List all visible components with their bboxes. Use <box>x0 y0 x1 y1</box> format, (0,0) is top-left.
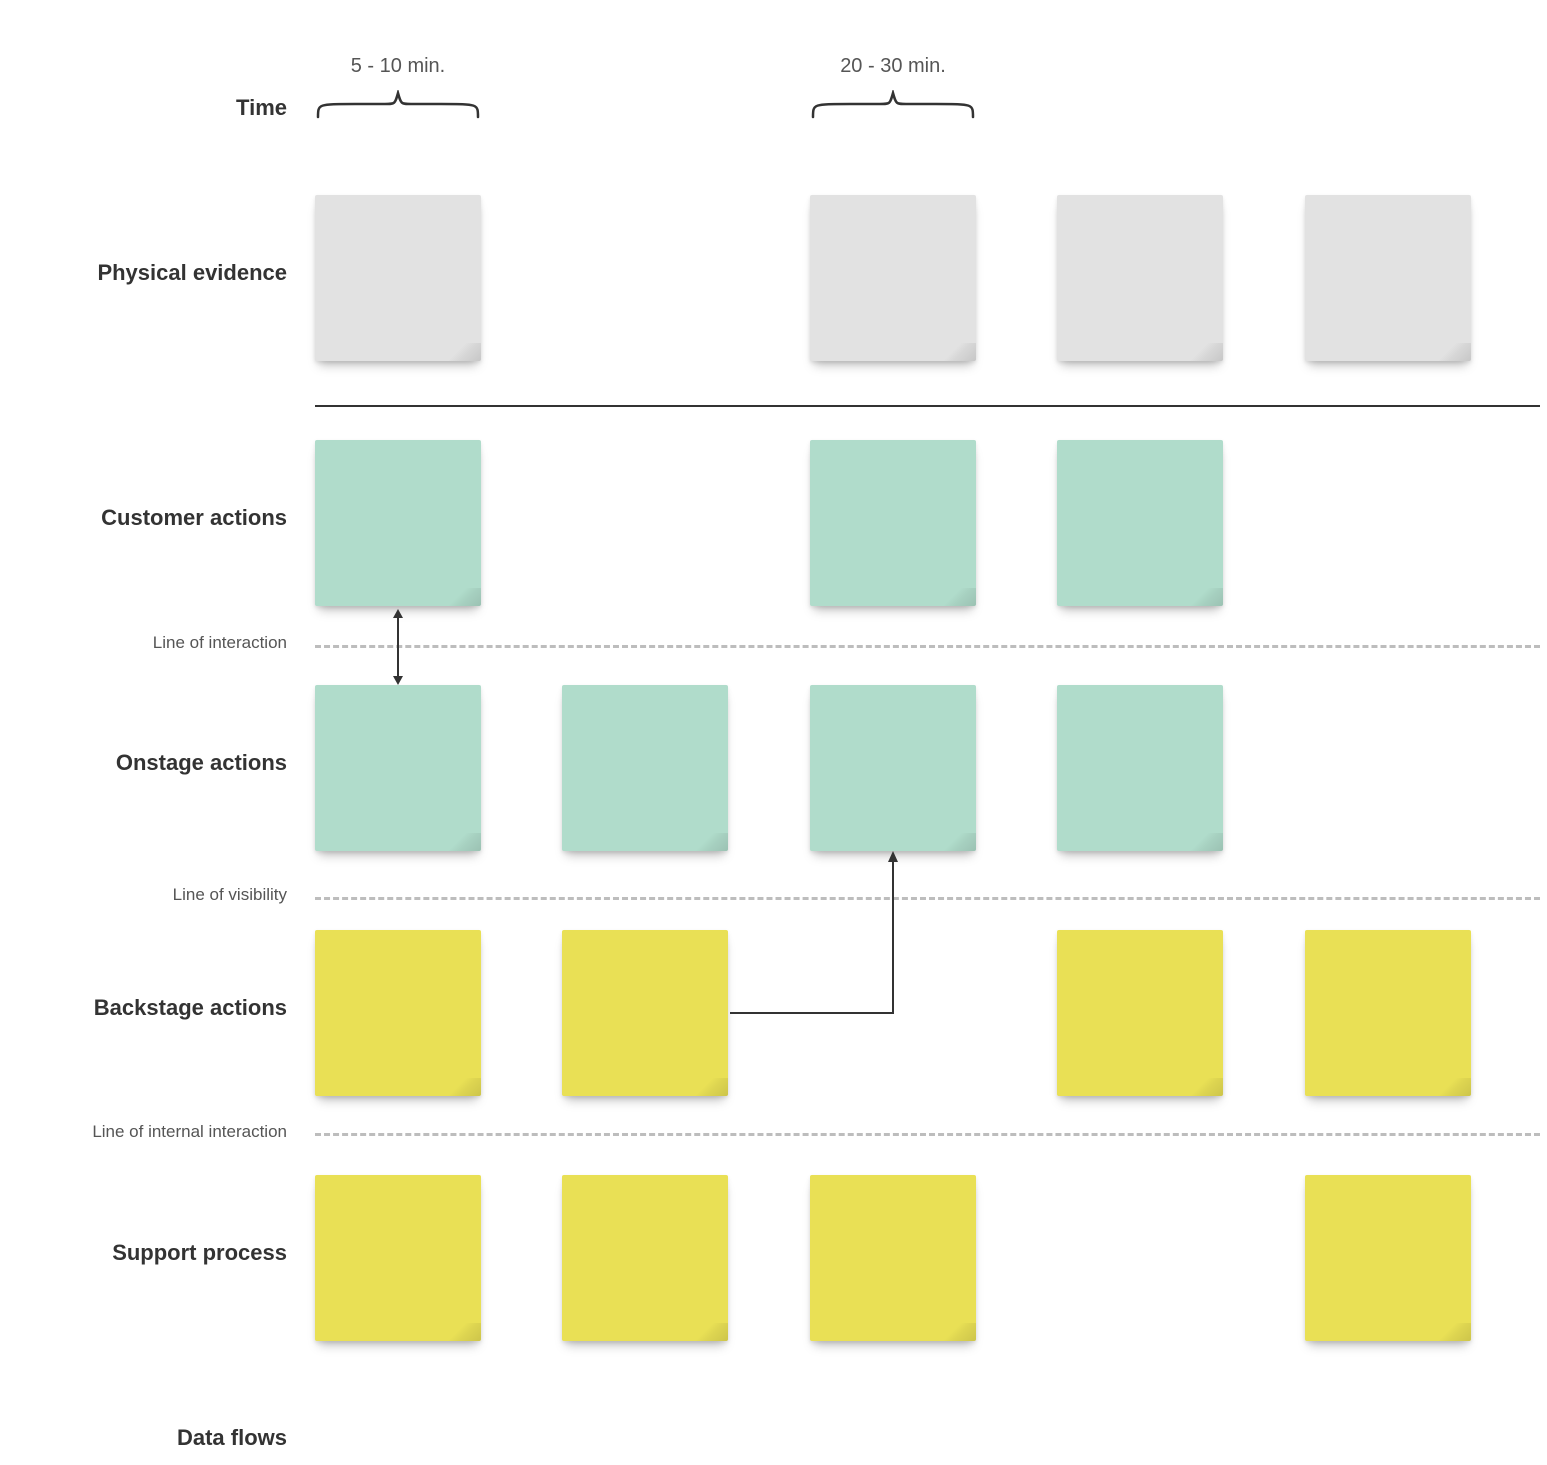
row-label-line-visibility: Line of visibility <box>173 885 287 905</box>
row-label-line-internal: Line of internal interaction <box>92 1122 287 1142</box>
divider-line-internal <box>315 1133 1540 1136</box>
row-label-onstage-actions: Onstage actions <box>116 750 287 776</box>
divider-line-visibility <box>315 897 1540 900</box>
arrow-double-vert-icon <box>392 609 404 685</box>
divider-line-interaction <box>315 645 1540 648</box>
brace-icon-0 <box>315 90 481 120</box>
note-customer-actions-col0[interactable] <box>315 440 481 606</box>
row-label-support-process: Support process <box>112 1240 287 1266</box>
note-physical-evidence-col3[interactable] <box>1057 195 1223 361</box>
time-segment-label-1: 20 - 30 min. <box>810 55 976 78</box>
note-support-process-col0[interactable] <box>315 1175 481 1341</box>
note-support-process-col1[interactable] <box>562 1175 728 1341</box>
arrow-elbow-up-icon <box>728 851 908 1016</box>
note-support-process-col2[interactable] <box>810 1175 976 1341</box>
note-onstage-actions-col2[interactable] <box>810 685 976 851</box>
row-label-line-interaction: Line of interaction <box>153 633 287 653</box>
note-physical-evidence-col2[interactable] <box>810 195 976 361</box>
service-blueprint-canvas: Time Physical evidence Customer actions … <box>0 0 1547 1465</box>
divider-solid <box>315 405 1540 407</box>
time-segment-label-0: 5 - 10 min. <box>315 55 481 78</box>
note-backstage-actions-col0[interactable] <box>315 930 481 1096</box>
note-backstage-actions-col4[interactable] <box>1305 930 1471 1096</box>
note-backstage-actions-col1[interactable] <box>562 930 728 1096</box>
note-onstage-actions-col1[interactable] <box>562 685 728 851</box>
note-onstage-actions-col3[interactable] <box>1057 685 1223 851</box>
note-customer-actions-col2[interactable] <box>810 440 976 606</box>
note-onstage-actions-col0[interactable] <box>315 685 481 851</box>
note-customer-actions-col3[interactable] <box>1057 440 1223 606</box>
brace-icon-1 <box>810 90 976 120</box>
note-support-process-col4[interactable] <box>1305 1175 1471 1341</box>
note-backstage-actions-col3[interactable] <box>1057 930 1223 1096</box>
row-label-physical-evidence: Physical evidence <box>97 260 287 286</box>
row-label-time: Time <box>236 95 287 121</box>
note-physical-evidence-col0[interactable] <box>315 195 481 361</box>
row-label-customer-actions: Customer actions <box>101 505 287 531</box>
row-label-backstage-actions: Backstage actions <box>94 995 287 1021</box>
row-label-data-flows: Data flows <box>177 1425 287 1451</box>
note-physical-evidence-col4[interactable] <box>1305 195 1471 361</box>
